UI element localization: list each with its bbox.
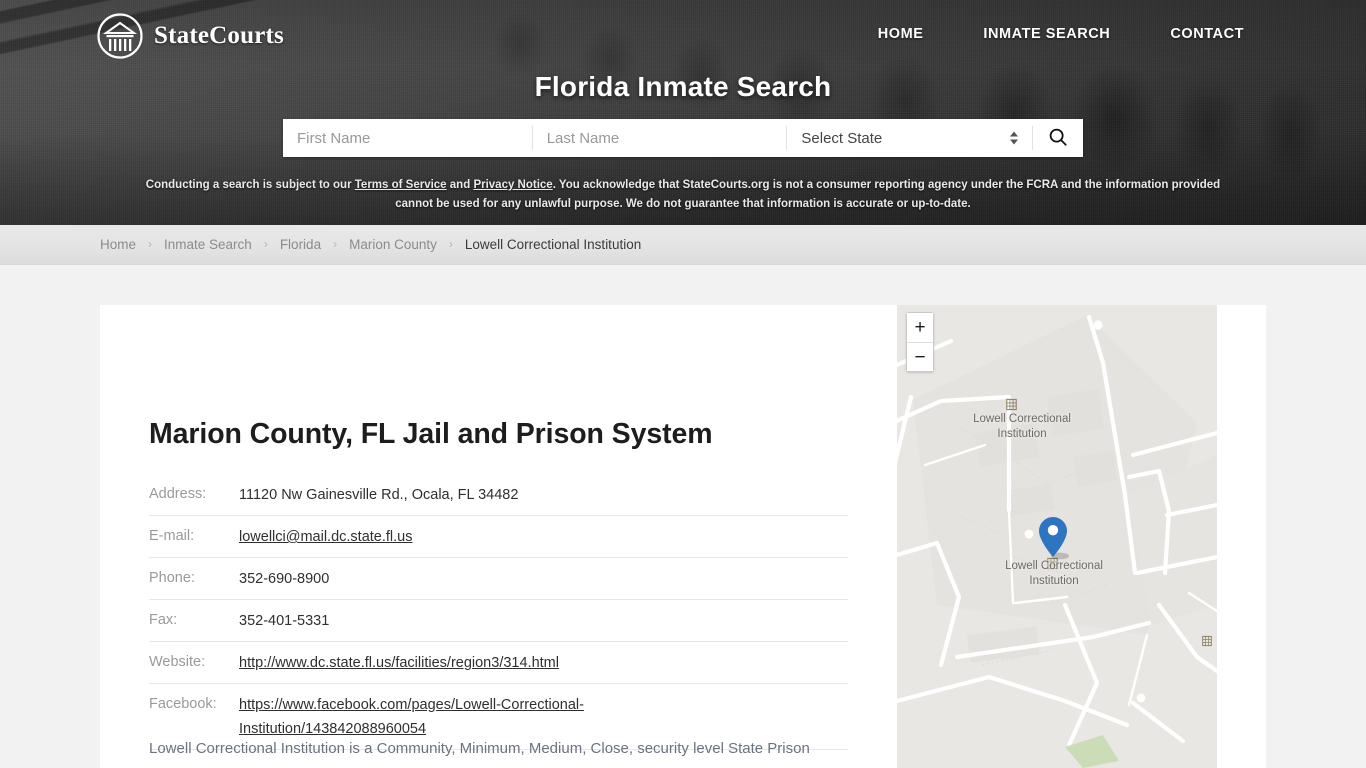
primary-navigation: HOME INMATE SEARCH CONTACT — [878, 26, 1244, 42]
detail-label: Facebook: — [149, 696, 217, 712]
state-select[interactable]: Select State — [787, 119, 1032, 157]
detail-value-fax: 352-401-5331 — [239, 613, 330, 629]
detail-label: E-mail: — [149, 528, 195, 544]
map-label-line2: Institution — [1029, 575, 1079, 587]
breadcrumb-item-current: Lowell Correctional Institution — [464, 237, 642, 252]
content-card: Marion County, FL Jail and Prison System… — [100, 305, 1266, 768]
breadcrumb-separator: › — [148, 236, 153, 251]
inmate-search-bar: Select State — [283, 119, 1084, 157]
map-zoom-controls[interactable]: + − — [906, 312, 934, 372]
site-logo-link[interactable]: StateCourts — [96, 12, 284, 60]
site-header-hero: StateCourts HOME INMATE SEARCH CONTACT F… — [0, 0, 1366, 225]
detail-row-email: E-mail: lowellci@mail.dc.state.fl.us — [149, 516, 848, 558]
detail-value-phone: 352-690-8900 — [239, 571, 330, 587]
detail-value-facebook-link[interactable]: https://www.facebook.com/pages/Lowell-Co… — [239, 697, 584, 737]
detail-value-address: 11120 Nw Gainesville Rd., Ocala, FL 3448… — [239, 487, 519, 503]
map-zoom-in-button[interactable]: + — [907, 313, 933, 342]
nav-item-inmate-search[interactable]: INMATE SEARCH — [983, 26, 1110, 42]
disclaimer-text-2: and — [446, 179, 474, 191]
terms-of-service-link[interactable]: Terms of Service — [355, 179, 447, 191]
detail-row-fax: Fax: 352-401-5331 — [149, 600, 848, 642]
detail-row-phone: Phone: 352-690-8900 — [149, 558, 848, 600]
courthouse-columns-icon — [96, 12, 144, 60]
detail-value-email-link[interactable]: lowellci@mail.dc.state.fl.us — [239, 529, 412, 545]
page-title: Marion County, FL Jail and Prison System — [149, 418, 713, 451]
breadcrumb-item-florida[interactable]: Florida — [280, 237, 321, 252]
prison-building-icon — [1202, 635, 1212, 649]
detail-row-website: Website: http://www.dc.state.fl.us/facil… — [149, 642, 848, 684]
page-body: Marion County, FL Jail and Prison System… — [0, 265, 1366, 768]
up-down-arrows-icon — [1010, 131, 1019, 145]
detail-row-address: Address: 11120 Nw Gainesville Rd., Ocala… — [149, 480, 848, 516]
map-label-line2: Institution — [997, 428, 1047, 440]
state-select-value: Select State — [801, 129, 883, 147]
map-pin-marker[interactable] — [1038, 516, 1072, 567]
nav-item-home[interactable]: HOME — [878, 26, 924, 42]
breadcrumb-item-marion-county[interactable]: Marion County — [349, 237, 437, 252]
detail-value-website-link[interactable]: http://www.dc.state.fl.us/facilities/reg… — [239, 655, 559, 671]
prison-building-icon — [1006, 398, 1017, 413]
search-disclaimer: Conducting a search is subject to our Te… — [133, 176, 1233, 214]
breadcrumb-bar: Home › Inmate Search › Florida › Marion … — [0, 225, 1366, 265]
map-label-line1: Lowell Correctional — [973, 413, 1071, 425]
breadcrumb-separator: › — [263, 236, 268, 251]
hero-title: Florida Inmate Search — [534, 71, 832, 102]
privacy-notice-link[interactable]: Privacy Notice — [473, 179, 552, 191]
last-name-input[interactable] — [532, 119, 787, 157]
breadcrumb-item-inmate-search[interactable]: Inmate Search — [164, 237, 252, 252]
detail-label: Website: — [149, 654, 206, 670]
nav-item-contact[interactable]: CONTACT — [1170, 26, 1244, 42]
breadcrumb-separator: › — [448, 236, 453, 251]
facility-location-map[interactable]: + − Lowell Correctional Institution Lowe… — [897, 305, 1217, 768]
detail-label: Address: — [149, 486, 207, 502]
detail-label: Phone: — [149, 570, 195, 586]
breadcrumb: Home › Inmate Search › Florida › Marion … — [100, 236, 642, 253]
map-zoom-out-button[interactable]: − — [907, 342, 933, 371]
first-name-input[interactable] — [283, 119, 532, 157]
search-submit-button[interactable] — [1033, 119, 1084, 157]
detail-label: Fax: — [149, 612, 178, 628]
facility-description: Lowell Correctional Institution is a Com… — [149, 740, 810, 757]
map-label-facility-upper: Lowell Correctional Institution — [944, 412, 1100, 442]
facility-details-table: Address: 11120 Nw Gainesville Rd., Ocala… — [149, 480, 848, 750]
site-brand-name: StateCourts — [154, 22, 284, 49]
breadcrumb-item-home[interactable]: Home — [100, 237, 136, 252]
disclaimer-text-1: Conducting a search is subject to our — [145, 179, 355, 191]
breadcrumb-separator: › — [333, 236, 338, 251]
magnifier-icon — [1047, 126, 1069, 151]
